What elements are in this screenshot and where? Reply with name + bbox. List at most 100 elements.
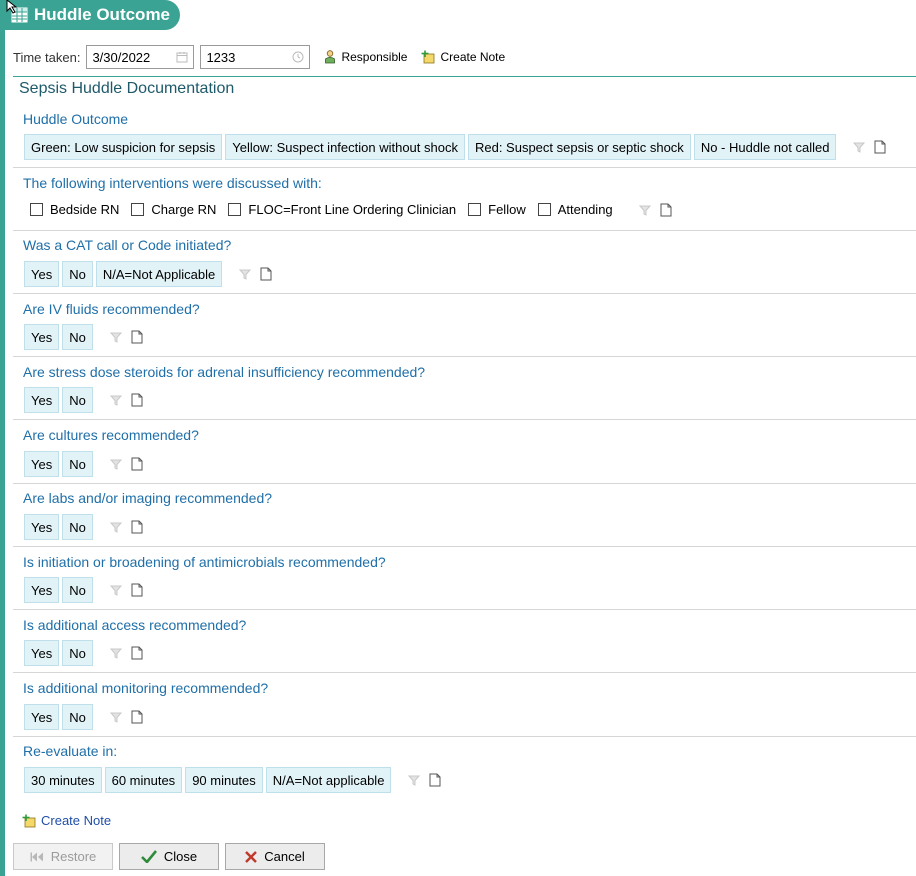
checkbox-box[interactable] bbox=[131, 203, 145, 216]
time-field[interactable]: 1233 bbox=[200, 45, 311, 69]
checkbox-label: FLOC=Front Line Ordering Clinician bbox=[248, 202, 457, 217]
option-button[interactable]: Yes bbox=[24, 640, 60, 666]
option-button[interactable]: 90 minutes bbox=[185, 767, 263, 793]
checkbox-bedside-rn[interactable]: Bedside RN bbox=[30, 202, 119, 217]
question-huddle-outcome: Huddle Outcome Green: Low suspicion for … bbox=[13, 110, 916, 168]
option-button[interactable]: Yellow: Suspect infection without shock bbox=[225, 134, 465, 160]
date-field[interactable]: 3/30/2022 bbox=[86, 45, 195, 69]
filter-icon[interactable] bbox=[109, 647, 122, 659]
option-button[interactable]: Yes bbox=[24, 514, 60, 540]
responsible-label: Responsible bbox=[341, 50, 408, 64]
filter-icon[interactable] bbox=[109, 331, 122, 343]
create-note-link[interactable]: Create Note bbox=[22, 813, 111, 828]
document-icon[interactable] bbox=[131, 330, 143, 344]
option-button[interactable]: No bbox=[62, 324, 93, 350]
create-note-label-top: Create Note bbox=[440, 50, 506, 64]
option-button[interactable]: 60 minutes bbox=[104, 767, 183, 793]
document-icon[interactable] bbox=[260, 267, 272, 281]
option-group: Yes No bbox=[24, 640, 143, 666]
question-label: Huddle Outcome bbox=[23, 111, 129, 127]
checkbox-floc[interactable]: FLOC=Front Line Ordering Clinician bbox=[228, 202, 456, 217]
filter-icon[interactable] bbox=[109, 394, 122, 406]
question-label: Are stress dose steroids for adrenal ins… bbox=[23, 364, 426, 380]
cancel-button[interactable]: Cancel bbox=[225, 843, 325, 870]
document-icon[interactable] bbox=[131, 646, 143, 660]
section-title: Sepsis Huddle Documentation bbox=[19, 80, 235, 97]
option-button[interactable]: No bbox=[62, 514, 93, 540]
option-button[interactable]: No bbox=[62, 577, 93, 603]
question-iv-fluids: Are IV fluids recommended? Yes No bbox=[13, 300, 916, 357]
question-label: Was a CAT call or Code initiated? bbox=[23, 237, 232, 253]
question-separator bbox=[13, 483, 916, 484]
checkbox-label: Fellow bbox=[488, 202, 526, 217]
checkbox-label: Charge RN bbox=[151, 202, 217, 217]
question-label: Is additional access recommended? bbox=[23, 617, 247, 633]
question-interventions: The following interventions were discuss… bbox=[13, 174, 916, 231]
checkbox-group: Bedside RN Charge RN FLOC=Front Line Ord… bbox=[30, 202, 672, 217]
create-note-label: Create Note bbox=[41, 813, 112, 828]
checkbox-box[interactable] bbox=[228, 203, 242, 216]
create-note-button-top[interactable]: Create Note bbox=[421, 50, 505, 64]
filter-icon[interactable] bbox=[853, 141, 866, 153]
option-button[interactable]: Yes bbox=[24, 704, 60, 730]
responsible-button[interactable]: Responsible bbox=[324, 50, 407, 64]
close-button[interactable]: Close bbox=[119, 843, 219, 870]
question-cat-call: Was a CAT call or Code initiated? Yes No… bbox=[13, 236, 916, 294]
checkbox-fellow[interactable]: Fellow bbox=[468, 202, 526, 217]
question-label: Is additional monitoring recommended? bbox=[23, 680, 269, 696]
filter-icon[interactable] bbox=[638, 204, 651, 216]
question-labs-imaging: Are labs and/or imaging recommended? Yes… bbox=[13, 489, 916, 547]
option-group: 30 minutes 60 minutes 90 minutes N/A=Not… bbox=[24, 767, 441, 793]
checkbox-attending[interactable]: Attending bbox=[537, 202, 613, 217]
option-button[interactable]: Green: Low suspicion for sepsis bbox=[24, 134, 223, 160]
restore-button[interactable]: Restore bbox=[13, 843, 113, 870]
question-label: Is initiation or broadening of antimicro… bbox=[23, 554, 386, 570]
document-icon[interactable] bbox=[660, 203, 672, 217]
checkbox-label: Attending bbox=[557, 202, 613, 217]
option-button[interactable]: No bbox=[62, 261, 93, 287]
question-separator bbox=[13, 546, 916, 547]
option-button[interactable]: Yes bbox=[24, 451, 60, 477]
option-button[interactable]: Yes bbox=[24, 261, 60, 287]
time-taken-label: Time taken: bbox=[13, 49, 81, 65]
person-icon bbox=[325, 50, 336, 64]
document-icon[interactable] bbox=[131, 457, 143, 471]
filter-icon[interactable] bbox=[239, 268, 252, 280]
checkbox-box[interactable] bbox=[537, 203, 551, 216]
document-icon[interactable] bbox=[131, 520, 143, 534]
option-button[interactable]: 30 minutes bbox=[24, 767, 102, 793]
option-button[interactable]: Red: Suspect sepsis or septic shock bbox=[467, 134, 691, 160]
option-button[interactable]: Yes bbox=[24, 387, 60, 413]
checkbox-box[interactable] bbox=[468, 203, 482, 216]
option-button[interactable]: N/A=Not applicable bbox=[265, 767, 392, 793]
option-button[interactable]: No bbox=[62, 387, 93, 413]
create-note-icon bbox=[421, 50, 435, 64]
form-title: Huddle Outcome bbox=[34, 5, 171, 24]
document-icon[interactable] bbox=[131, 710, 143, 724]
filter-icon[interactable] bbox=[109, 584, 122, 596]
option-button[interactable]: No - Huddle not called bbox=[693, 134, 837, 160]
filter-icon[interactable] bbox=[109, 521, 122, 533]
option-button[interactable]: Yes bbox=[24, 577, 60, 603]
clock-icon[interactable] bbox=[292, 51, 304, 63]
filter-icon[interactable] bbox=[109, 711, 122, 723]
option-button[interactable]: Yes bbox=[24, 324, 60, 350]
question-separator bbox=[13, 672, 916, 673]
mouse-pointer-icon bbox=[6, 0, 18, 14]
question-label: Re-evaluate in: bbox=[23, 743, 118, 759]
option-button[interactable]: No bbox=[62, 640, 93, 666]
option-button[interactable]: No bbox=[62, 451, 93, 477]
filter-icon[interactable] bbox=[408, 774, 421, 786]
calendar-icon[interactable] bbox=[176, 51, 188, 63]
question-label: The following interventions were discuss… bbox=[23, 175, 322, 191]
document-icon[interactable] bbox=[131, 393, 143, 407]
option-button[interactable]: No bbox=[62, 704, 93, 730]
filter-icon[interactable] bbox=[109, 458, 122, 470]
option-button[interactable]: N/A=Not Applicable bbox=[95, 261, 223, 287]
document-icon[interactable] bbox=[429, 773, 441, 787]
question-separator bbox=[13, 419, 916, 420]
checkbox-charge-rn[interactable]: Charge RN bbox=[131, 202, 216, 217]
checkbox-box[interactable] bbox=[30, 203, 43, 216]
document-icon[interactable] bbox=[131, 583, 143, 597]
document-icon[interactable] bbox=[874, 140, 886, 154]
